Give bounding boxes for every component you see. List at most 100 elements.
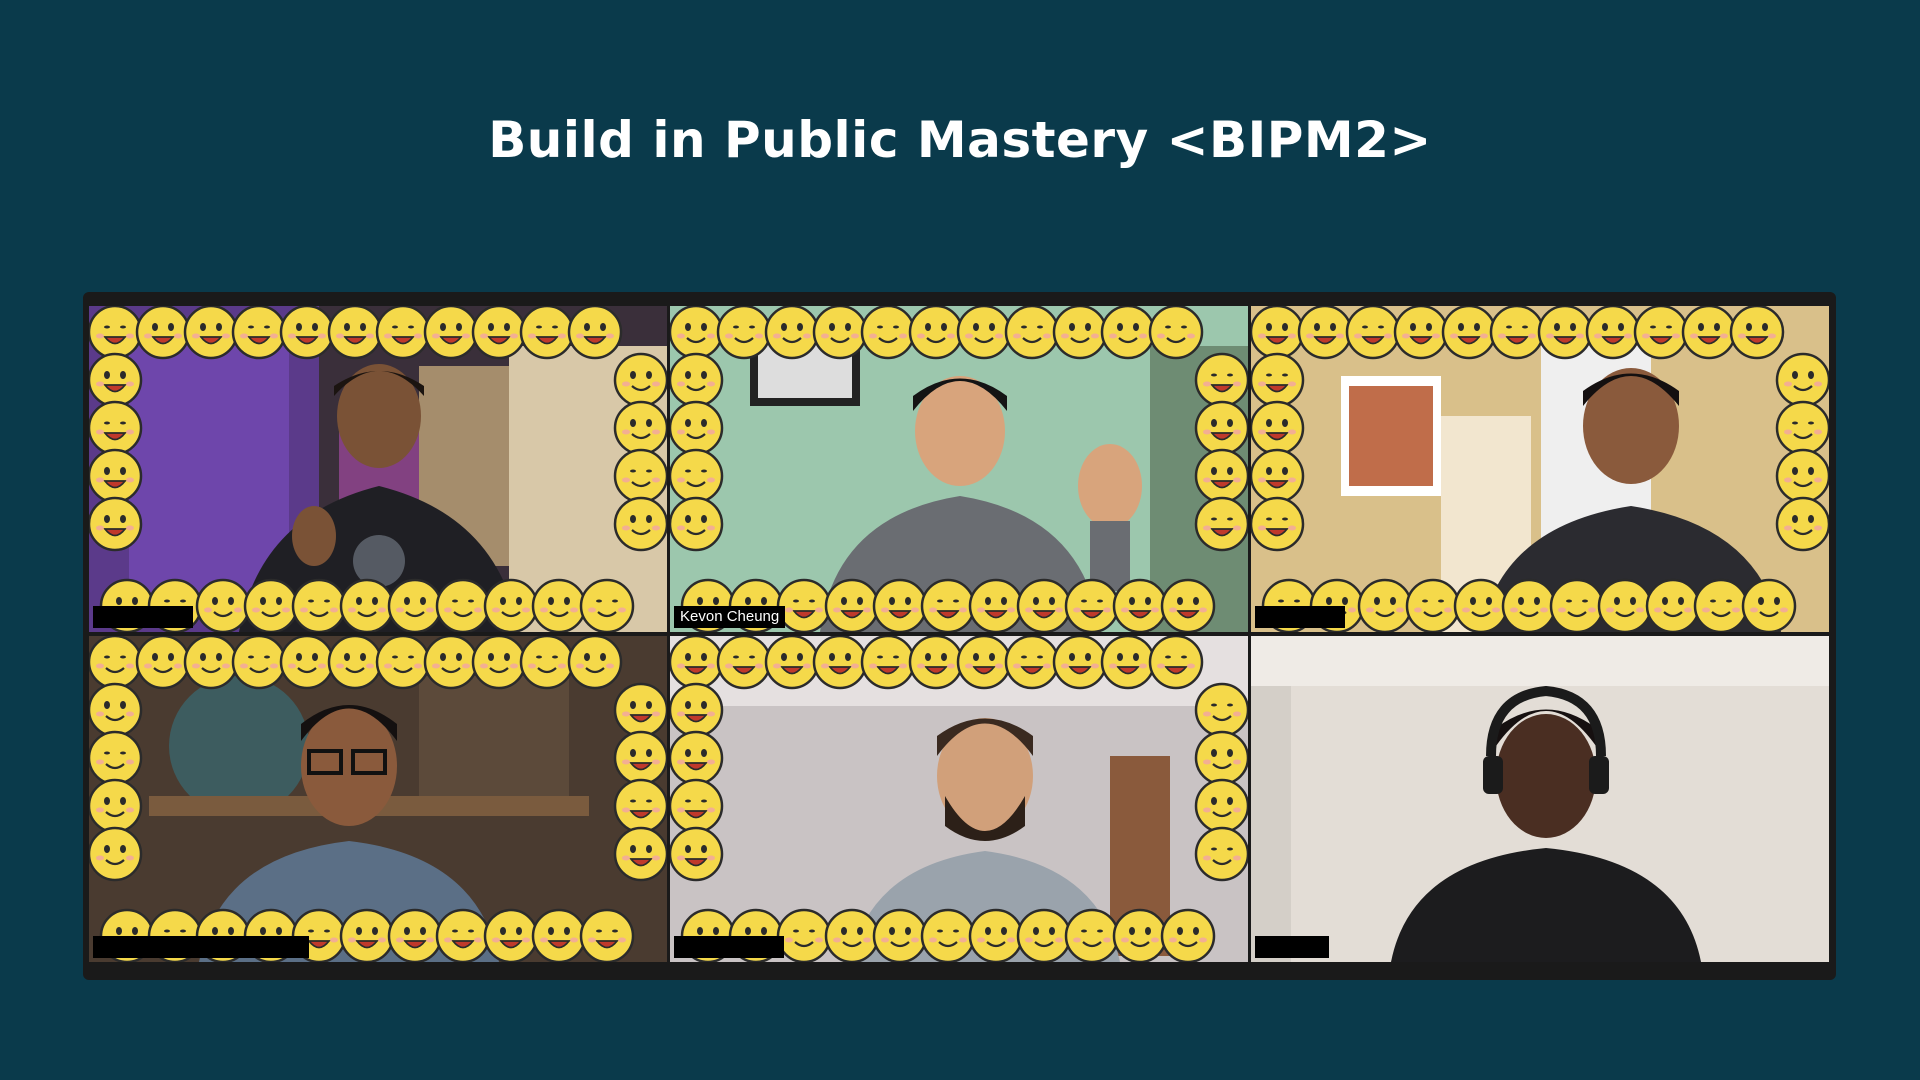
emoji-frame-3 bbox=[1251, 306, 1829, 632]
smiley-emoji bbox=[387, 908, 443, 962]
smiley-emoji bbox=[1194, 400, 1248, 456]
smiley-emoji bbox=[1775, 448, 1829, 504]
smiley-emoji bbox=[968, 578, 1024, 632]
smiley-emoji bbox=[860, 306, 916, 360]
smiley-emoji bbox=[327, 306, 383, 360]
smiley-emoji bbox=[531, 908, 587, 962]
smiley-emoji bbox=[908, 636, 964, 690]
smiley-emoji bbox=[339, 908, 395, 962]
smiley-emoji bbox=[670, 306, 724, 360]
smiley-emoji bbox=[1645, 578, 1701, 632]
smiley-emoji bbox=[764, 306, 820, 360]
smiley-emoji bbox=[1064, 578, 1120, 632]
smiley-emoji bbox=[1251, 496, 1305, 552]
smiley-emoji bbox=[956, 306, 1012, 360]
smiley-emoji bbox=[1297, 306, 1353, 360]
smiley-emoji bbox=[423, 636, 479, 690]
smiley-emoji bbox=[776, 578, 832, 632]
smiley-emoji bbox=[1064, 908, 1120, 962]
smiley-emoji bbox=[1100, 306, 1156, 360]
smiley-emoji bbox=[579, 908, 635, 962]
smiley-emoji bbox=[89, 636, 143, 690]
video-tile-5[interactable] bbox=[670, 636, 1248, 962]
smiley-emoji bbox=[824, 578, 880, 632]
smiley-emoji bbox=[812, 306, 868, 360]
redacted-name-5 bbox=[674, 936, 784, 958]
smiley-emoji bbox=[776, 908, 832, 962]
smiley-emoji bbox=[231, 306, 287, 360]
smiley-emoji bbox=[613, 400, 667, 456]
smiley-emoji bbox=[1775, 496, 1829, 552]
smiley-emoji bbox=[613, 448, 667, 504]
redacted-name-4 bbox=[93, 936, 309, 958]
video-tile-6[interactable] bbox=[1251, 636, 1829, 962]
smiley-emoji bbox=[89, 448, 143, 504]
smiley-emoji bbox=[1016, 578, 1072, 632]
smiley-emoji bbox=[1741, 578, 1797, 632]
smiley-emoji bbox=[519, 636, 575, 690]
smiley-emoji bbox=[483, 578, 539, 632]
smiley-emoji bbox=[1194, 496, 1248, 552]
smiley-emoji bbox=[1489, 306, 1545, 360]
smiley-emoji bbox=[1004, 636, 1060, 690]
smiley-emoji bbox=[471, 306, 527, 360]
smiley-emoji bbox=[339, 578, 395, 632]
smiley-emoji bbox=[764, 636, 820, 690]
smiley-emoji bbox=[1585, 306, 1641, 360]
smiley-emoji bbox=[1453, 578, 1509, 632]
smiley-emoji bbox=[1633, 306, 1689, 360]
smiley-emoji bbox=[670, 400, 724, 456]
smiley-emoji bbox=[716, 306, 772, 360]
smiley-emoji bbox=[89, 778, 143, 834]
page-title: Build in Public Mastery <BIPM2> bbox=[488, 111, 1432, 169]
smiley-emoji bbox=[327, 636, 383, 690]
smiley-emoji bbox=[613, 778, 667, 834]
smiley-emoji bbox=[613, 682, 667, 738]
smiley-emoji bbox=[613, 730, 667, 786]
smiley-emoji bbox=[1405, 578, 1461, 632]
emoji-frame-2 bbox=[670, 306, 1248, 632]
smiley-emoji bbox=[1251, 306, 1305, 360]
smiley-emoji bbox=[968, 908, 1024, 962]
smiley-emoji bbox=[89, 682, 143, 738]
smiley-emoji bbox=[872, 908, 928, 962]
smiley-emoji bbox=[567, 306, 623, 360]
smiley-emoji bbox=[387, 578, 443, 632]
smiley-emoji bbox=[1775, 400, 1829, 456]
smiley-emoji bbox=[1100, 636, 1156, 690]
smiley-emoji bbox=[567, 636, 623, 690]
smiley-emoji bbox=[279, 636, 335, 690]
smiley-emoji bbox=[1501, 578, 1557, 632]
smiley-emoji bbox=[1052, 306, 1108, 360]
smiley-emoji bbox=[1357, 578, 1413, 632]
video-tile-1[interactable] bbox=[89, 306, 667, 632]
smiley-emoji bbox=[1194, 448, 1248, 504]
smiley-emoji bbox=[956, 636, 1012, 690]
smiley-emoji bbox=[183, 306, 239, 360]
smiley-emoji bbox=[471, 636, 527, 690]
smiley-emoji bbox=[579, 578, 635, 632]
smiley-emoji bbox=[613, 826, 667, 882]
video-tile-4[interactable] bbox=[89, 636, 667, 962]
video-tile-3[interactable] bbox=[1251, 306, 1829, 632]
smiley-emoji bbox=[1194, 682, 1248, 738]
smiley-emoji bbox=[89, 826, 143, 882]
smiley-emoji bbox=[1194, 730, 1248, 786]
smiley-emoji bbox=[824, 908, 880, 962]
smiley-emoji bbox=[872, 578, 928, 632]
smiley-emoji bbox=[812, 636, 868, 690]
smiley-emoji bbox=[375, 636, 431, 690]
smiley-emoji bbox=[183, 636, 239, 690]
smiley-emoji bbox=[1729, 306, 1785, 360]
smiley-emoji bbox=[1251, 400, 1305, 456]
smiley-emoji bbox=[1393, 306, 1449, 360]
smiley-emoji bbox=[531, 578, 587, 632]
redacted-name-6 bbox=[1255, 936, 1329, 958]
smiley-emoji bbox=[920, 578, 976, 632]
smiley-emoji bbox=[670, 448, 724, 504]
smiley-emoji bbox=[1112, 908, 1168, 962]
smiley-emoji bbox=[435, 578, 491, 632]
smiley-emoji bbox=[1549, 578, 1605, 632]
video-tile-2[interactable]: Kevon Cheung bbox=[670, 306, 1248, 632]
smiley-emoji bbox=[519, 306, 575, 360]
